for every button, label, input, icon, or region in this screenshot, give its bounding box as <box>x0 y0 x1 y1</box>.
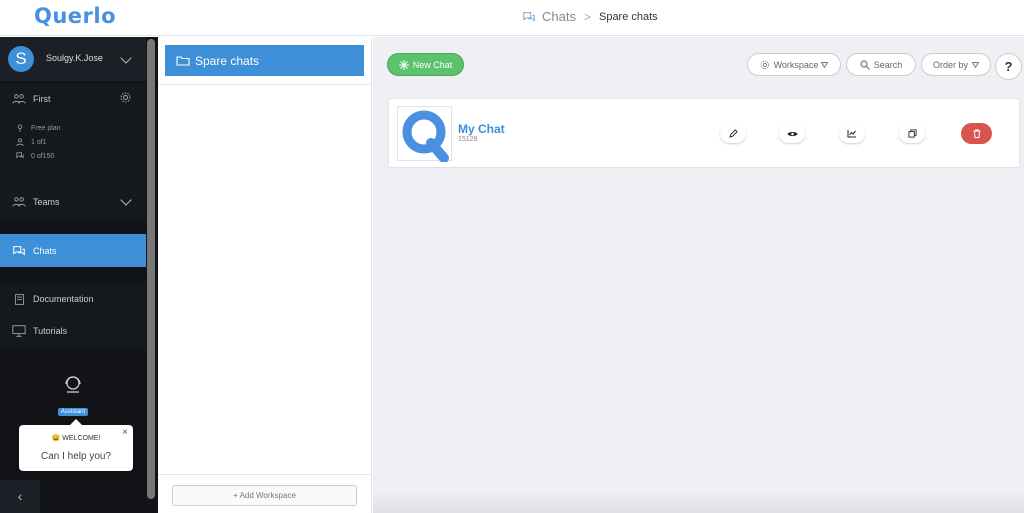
user-icon <box>16 138 24 146</box>
monitor-icon <box>12 324 26 338</box>
eye-icon <box>786 131 798 136</box>
teams-section: Teams <box>0 185 146 219</box>
sidebar-item-teams[interactable]: Teams <box>0 186 146 218</box>
chat-title[interactable]: My Chat <box>458 122 505 136</box>
new-chat-button[interactable]: New Chat <box>387 53 464 76</box>
workspace-filter-label: Workspace <box>773 59 819 70</box>
chat-id: 15128 <box>458 136 478 143</box>
welcome-popup: × 😀 WELCOME! Can I help you? <box>19 419 133 471</box>
book-icon <box>12 292 26 306</box>
add-workspace-button[interactable]: + Add Workspace <box>172 485 357 506</box>
breadcrumb-chats[interactable]: Chats <box>542 9 576 24</box>
chat-icon <box>16 152 24 159</box>
sidebar-item-tutorials[interactable]: Tutorials <box>0 315 146 347</box>
chevron-down-icon <box>120 194 132 206</box>
sparkle-icon <box>398 59 409 70</box>
headset-icon <box>65 376 81 393</box>
order-by-button[interactable]: Order by <box>921 53 991 76</box>
top-bar: Querlo Chats > Spare chats <box>0 0 1024 36</box>
trash-icon <box>973 129 980 138</box>
search-icon <box>860 59 870 70</box>
sidebar-item-label: Documentation <box>33 294 94 304</box>
breadcrumb: Chats > Spare chats <box>522 9 658 24</box>
plan-users: 1 of1 <box>16 138 47 146</box>
breadcrumb-separator: > <box>583 9 591 24</box>
sidebar: S Soulgy.K.Jose First Free plan 1 of1 0 … <box>0 37 158 513</box>
resources-section: Documentation Tutorials <box>0 283 146 349</box>
avatar: S <box>8 46 34 72</box>
sidebar-scrollbar[interactable] <box>147 39 155 499</box>
bottom-fade <box>373 490 1024 513</box>
sidebar-item-label: Chats <box>33 245 57 256</box>
workspace-item-label: Spare chats <box>195 53 260 68</box>
chat-icon <box>523 11 535 22</box>
plan-chats: 0 of150 <box>16 152 54 160</box>
edit-button[interactable] <box>720 124 746 143</box>
main-content: New Chat Workspace Search Order by ? My … <box>373 37 1024 513</box>
gear-icon <box>760 60 769 69</box>
caret-down-icon <box>821 61 829 68</box>
edit-icon <box>728 129 738 138</box>
plan-chats-count: 0 of150 <box>31 152 55 160</box>
team-icon <box>12 92 26 106</box>
plan-label: Free plan <box>31 124 61 132</box>
new-chat-label: New Chat <box>412 59 453 70</box>
divider <box>158 474 372 475</box>
welcome-message[interactable]: Can I help you? <box>19 451 133 462</box>
chat-card[interactable]: My Chat 15128 <box>388 98 1020 168</box>
divider <box>158 84 372 85</box>
chat-icon <box>12 244 26 258</box>
sidebar-item-label: Tutorials <box>33 326 68 336</box>
chevron-down-icon <box>120 52 132 64</box>
copy-icon <box>907 129 917 138</box>
breadcrumb-current: Spare chats <box>598 10 658 23</box>
search-label: Search <box>873 59 903 70</box>
help-button[interactable]: ? <box>995 53 1022 80</box>
assistant-button[interactable]: Assistant <box>53 373 93 418</box>
workspace-item-spare-chats[interactable]: Spare chats <box>165 45 364 76</box>
querlo-q-logo <box>397 106 452 163</box>
user-menu[interactable]: S Soulgy.K.Jose <box>0 37 146 81</box>
pin-icon <box>17 124 23 132</box>
search-button[interactable]: Search <box>846 53 916 76</box>
workspace-filter-button[interactable]: Workspace <box>747 53 841 76</box>
sidebar-item-documentation[interactable]: Documentation <box>0 283 146 315</box>
order-by-label: Order by <box>932 59 968 70</box>
collapse-sidebar-button[interactable]: ‹ <box>0 480 40 513</box>
plan-name: Free plan <box>16 124 61 132</box>
sidebar-item-first[interactable]: First <box>0 83 146 115</box>
user-name: Soulgy.K.Jose <box>46 53 103 63</box>
sidebar-item-label: Teams <box>33 197 60 207</box>
sidebar-item-label: First <box>33 94 51 104</box>
assistant-label: Assistant <box>57 408 89 416</box>
plan-users-count: 1 of1 <box>31 138 47 146</box>
duplicate-button[interactable] <box>899 124 925 143</box>
stats-button[interactable] <box>839 124 865 143</box>
team-icon <box>12 195 26 209</box>
querlo-logo[interactable]: Querlo <box>34 4 116 28</box>
workspace-list-panel: Spare chats + Add Workspace <box>158 37 372 513</box>
chart-icon <box>847 130 856 138</box>
folder-icon <box>176 55 190 66</box>
caret-down-icon <box>972 61 979 68</box>
delete-button[interactable] <box>961 123 992 144</box>
welcome-title: 😀 WELCOME! <box>51 435 101 442</box>
sidebar-item-chats[interactable]: Chats <box>0 234 146 267</box>
preview-button[interactable] <box>779 124 805 143</box>
gear-icon[interactable] <box>119 91 132 104</box>
